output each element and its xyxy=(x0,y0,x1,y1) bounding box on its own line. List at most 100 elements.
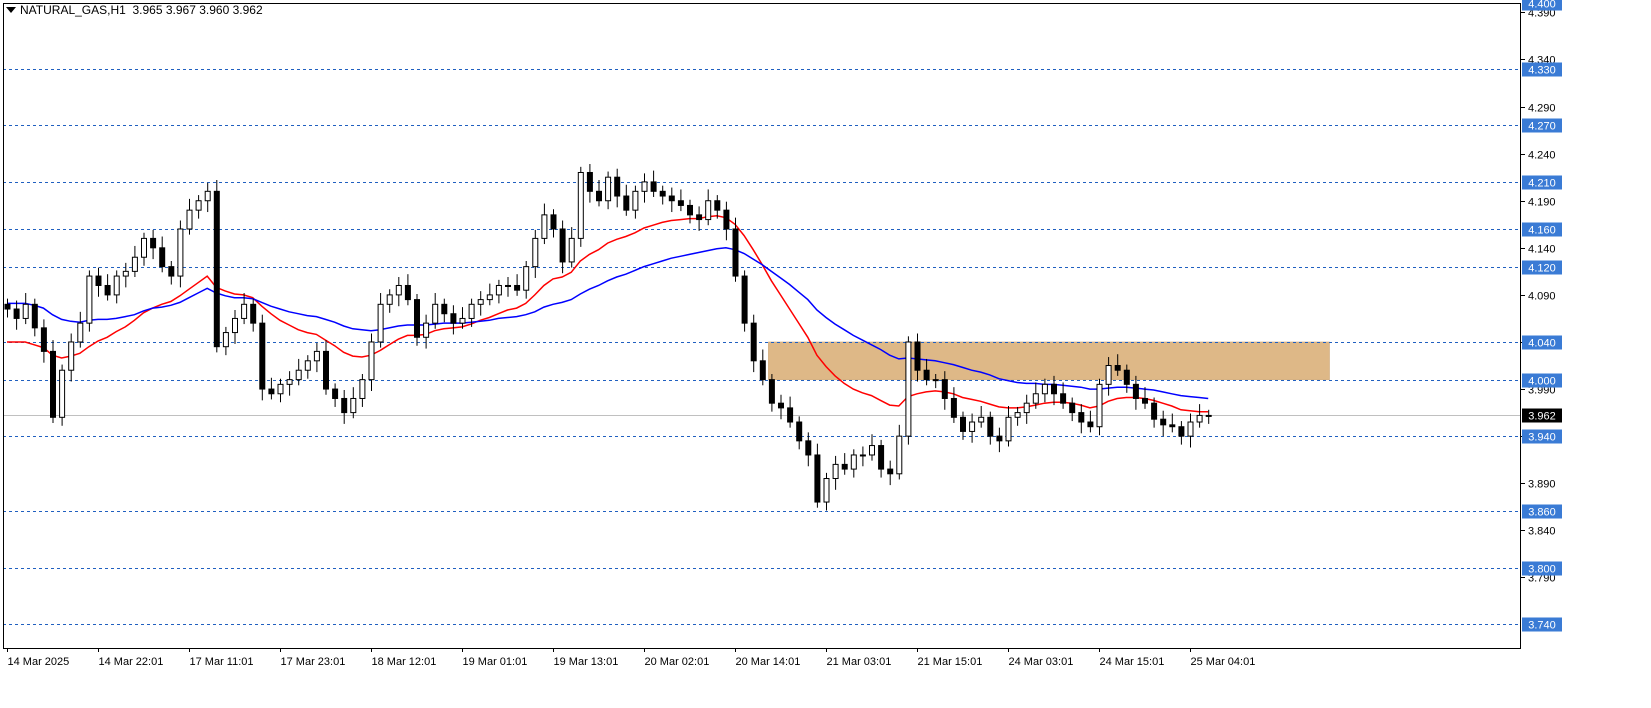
candles xyxy=(4,164,1212,511)
candle-body-63 xyxy=(577,171,584,239)
candle-body-4 xyxy=(40,327,47,352)
candle-body-125 xyxy=(1142,397,1148,404)
time-tick-label-2: 17 Mar 11:01 xyxy=(190,656,254,668)
candle-body-37 xyxy=(341,397,348,414)
candle-body-92 xyxy=(841,463,848,470)
candle-body-26 xyxy=(241,303,248,319)
candle-body-42 xyxy=(386,294,393,305)
resistance-zone xyxy=(768,341,1330,380)
candle-body-132 xyxy=(1205,414,1212,417)
candle-body-121 xyxy=(1105,365,1112,385)
level-label-9: 3.860 xyxy=(1528,507,1556,519)
candle-body-18 xyxy=(168,266,175,277)
candle-body-114 xyxy=(1041,383,1048,395)
candle-body-62 xyxy=(568,237,575,263)
candle-body-71 xyxy=(650,181,657,192)
candle-body-45 xyxy=(414,299,420,338)
candle-body-75 xyxy=(687,204,693,216)
symbol-legend[interactable]: NATURAL_GAS,H1 3.965 3.967 3.960 3.962 xyxy=(6,3,263,17)
candle-body-34 xyxy=(313,350,320,362)
price-tick-label-2: 4.290 xyxy=(1528,103,1556,115)
candle-body-3 xyxy=(31,303,38,329)
candle-body-124 xyxy=(1132,383,1139,399)
time-tick-label-7: 20 Mar 02:01 xyxy=(645,656,710,668)
candle-body-105 xyxy=(960,416,966,432)
candle-body-47 xyxy=(432,303,439,324)
time-tick-label-0: 14 Mar 2025 xyxy=(8,656,70,668)
candle-body-128 xyxy=(1169,424,1176,428)
price-tick-label-4: 4.190 xyxy=(1528,197,1556,209)
candle-body-8 xyxy=(77,322,84,343)
candle-body-108 xyxy=(987,416,994,437)
candle-body-129 xyxy=(1178,426,1185,437)
candle-body-61 xyxy=(559,228,566,263)
time-tick-label-10: 21 Mar 15:01 xyxy=(918,656,983,668)
candle-body-85 xyxy=(778,402,784,409)
candle-body-67 xyxy=(614,176,621,197)
time-tick-label-1: 14 Mar 22:01 xyxy=(99,656,164,668)
candle-body-24 xyxy=(222,332,229,348)
candle-body-57 xyxy=(523,266,530,291)
candle-body-109 xyxy=(996,435,1003,442)
candle-body-78 xyxy=(714,200,721,211)
time-tick-label-5: 19 Mar 01:01 xyxy=(463,656,528,668)
candle-body-12 xyxy=(113,275,120,296)
time-tick-label-9: 21 Mar 03:01 xyxy=(827,656,892,668)
low-value: 3.960 xyxy=(199,3,230,17)
candle-body-73 xyxy=(668,195,675,202)
level-label-0: 4.400 xyxy=(1528,0,1556,11)
moving-averages xyxy=(7,215,1209,413)
candle-body-95 xyxy=(869,445,875,456)
dropdown-triangle-icon[interactable] xyxy=(6,7,16,13)
price-chart[interactable]: 4.3904.3404.2904.2404.1904.1404.0904.040… xyxy=(0,0,1651,708)
candle-body-13 xyxy=(122,270,129,277)
candle-body-39 xyxy=(359,379,366,399)
candle-body-1 xyxy=(13,308,20,319)
candle-body-110 xyxy=(1005,416,1012,442)
level-label-8: 3.940 xyxy=(1528,432,1556,444)
candle-body-97 xyxy=(887,468,894,475)
price-tick-label-11: 3.840 xyxy=(1528,526,1556,538)
candle-body-70 xyxy=(641,181,648,192)
level-lines xyxy=(3,3,1520,625)
candle-body-32 xyxy=(295,369,302,381)
candle-body-31 xyxy=(286,379,293,385)
level-label-5: 4.120 xyxy=(1528,263,1556,275)
candle-body-7 xyxy=(68,341,75,371)
candle-body-9 xyxy=(86,275,93,324)
level-label-3: 4.210 xyxy=(1528,178,1556,190)
candle-body-27 xyxy=(250,303,257,324)
candle-body-58 xyxy=(532,237,539,268)
time-tick-label-11: 24 Mar 03:01 xyxy=(1009,656,1074,668)
candle-body-2 xyxy=(22,303,29,319)
candle-body-52 xyxy=(477,299,484,305)
level-label-10: 3.800 xyxy=(1528,564,1556,576)
time-tick-label-8: 20 Mar 14:01 xyxy=(736,656,801,668)
candle-body-59 xyxy=(541,214,548,239)
candle-body-76 xyxy=(696,214,703,221)
candle-body-17 xyxy=(159,247,166,268)
candle-body-33 xyxy=(304,360,311,371)
candle-body-96 xyxy=(878,445,885,470)
candle-body-83 xyxy=(759,360,766,381)
candle-body-28 xyxy=(259,322,266,390)
candle-body-107 xyxy=(978,416,985,423)
candle-body-19 xyxy=(177,228,184,277)
candle-body-80 xyxy=(732,228,739,277)
candle-body-16 xyxy=(150,237,157,249)
candle-body-64 xyxy=(586,171,593,192)
candle-body-131 xyxy=(1196,414,1203,423)
level-label-7: 4.000 xyxy=(1528,376,1556,388)
candle-body-93 xyxy=(850,454,857,470)
time-tick-label-3: 17 Mar 23:01 xyxy=(281,656,346,668)
candle-body-66 xyxy=(605,176,612,202)
candle-body-15 xyxy=(141,237,147,258)
candle-body-91 xyxy=(832,463,839,480)
candle-body-0 xyxy=(4,303,11,310)
level-label-2: 4.270 xyxy=(1528,121,1556,133)
candle-body-112 xyxy=(1023,402,1030,414)
candle-body-49 xyxy=(450,313,457,324)
candle-body-43 xyxy=(395,284,402,296)
candle-body-23 xyxy=(213,190,220,348)
candle-body-102 xyxy=(932,379,939,382)
